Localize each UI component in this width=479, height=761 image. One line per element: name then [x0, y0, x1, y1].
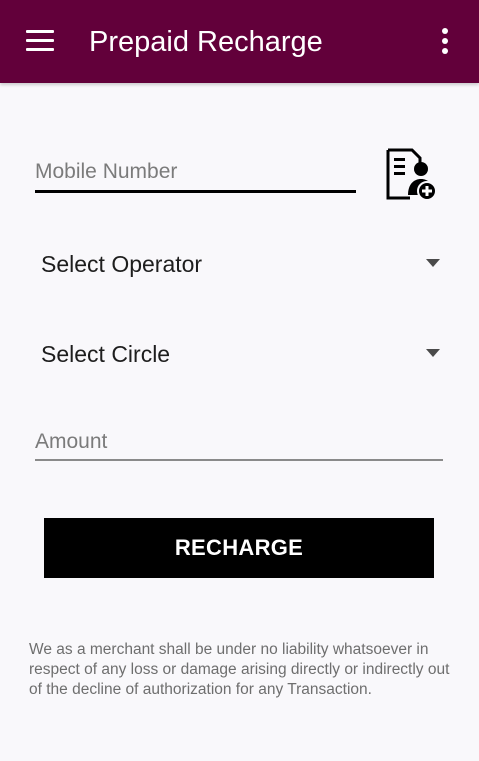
dropdown-arrow-icon — [426, 259, 440, 267]
circle-select-label: Select Circle — [41, 341, 171, 367]
amount-underline — [35, 459, 443, 461]
hamburger-menu-icon[interactable] — [20, 24, 60, 58]
recharge-button[interactable]: RECHARGE — [44, 518, 434, 578]
amount-field — [35, 428, 443, 461]
contact-picker-icon[interactable] — [384, 147, 440, 203]
operator-select-label: Select Operator — [41, 251, 203, 277]
mobile-number-field — [35, 158, 356, 193]
app-bar: Prepaid Recharge — [0, 0, 479, 83]
more-vert-icon[interactable] — [430, 24, 462, 58]
disclaimer-text: We as a merchant shall be under no liabi… — [29, 641, 450, 698]
page-title: Prepaid Recharge — [89, 26, 323, 58]
operator-select[interactable]: Select Operator — [41, 244, 446, 284]
mobile-number-underline — [35, 190, 356, 193]
mobile-number-input[interactable] — [35, 158, 356, 186]
circle-select[interactable]: Select Circle — [41, 334, 446, 374]
amount-input[interactable] — [35, 428, 443, 456]
dropdown-arrow-icon — [426, 349, 440, 357]
